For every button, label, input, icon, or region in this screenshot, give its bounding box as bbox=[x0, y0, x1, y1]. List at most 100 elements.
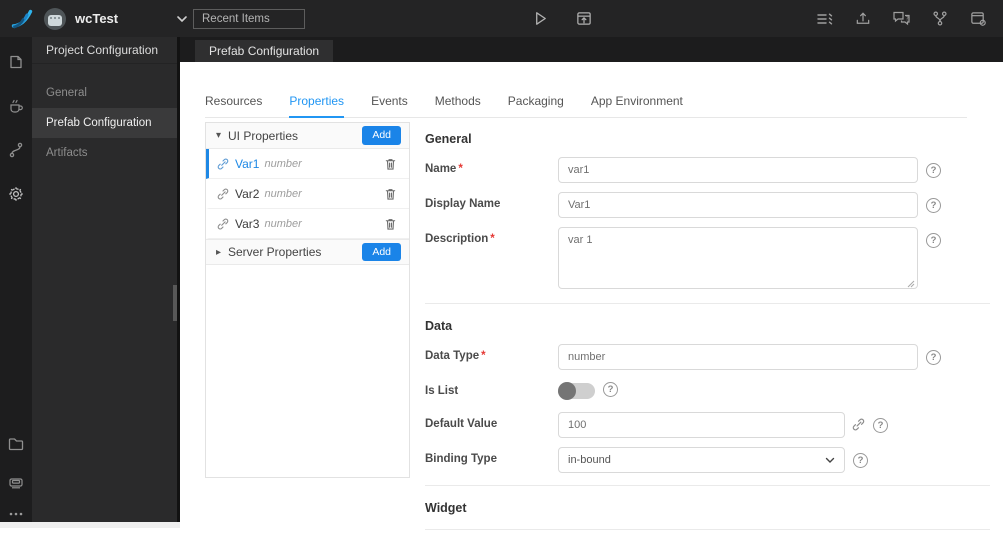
tab-methods[interactable]: Methods bbox=[435, 94, 481, 118]
recent-items-input[interactable]: Recent Items bbox=[193, 9, 305, 29]
name-input[interactable] bbox=[558, 157, 918, 183]
wavemaker-logo-icon[interactable] bbox=[10, 7, 34, 31]
resize-handle-icon[interactable] bbox=[907, 280, 915, 288]
tab-app-environment[interactable]: App Environment bbox=[591, 94, 683, 118]
link-icon bbox=[217, 188, 229, 200]
run-preview-group bbox=[532, 0, 593, 37]
feedback-chat-icon[interactable]: ? bbox=[892, 10, 911, 27]
link-icon bbox=[217, 158, 229, 170]
project-name: wcTest bbox=[75, 11, 119, 26]
bind-link-icon[interactable] bbox=[852, 418, 865, 431]
help-icon[interactable]: ? bbox=[926, 350, 941, 365]
more-icon[interactable] bbox=[7, 505, 25, 523]
help-icon[interactable]: ? bbox=[603, 382, 618, 397]
property-row-var2[interactable]: Var2 number bbox=[206, 179, 409, 209]
name-label: Name * bbox=[425, 157, 558, 175]
is-list-field-row: Is List ? bbox=[425, 379, 990, 400]
property-type: number bbox=[264, 187, 302, 200]
delete-property-icon[interactable] bbox=[384, 187, 397, 201]
default-value-input[interactable] bbox=[558, 412, 845, 438]
chevron-down-icon bbox=[825, 457, 835, 464]
data-type-field-row: Data Type* ? bbox=[425, 344, 990, 370]
default-value-label: Default Value bbox=[425, 418, 498, 430]
run-icon[interactable] bbox=[532, 10, 549, 27]
delete-property-icon[interactable] bbox=[384, 217, 397, 231]
help-icon[interactable]: ? bbox=[873, 418, 888, 433]
label-text: Name bbox=[425, 163, 457, 175]
display-name-input[interactable] bbox=[558, 192, 918, 218]
display-name-label: Display Name bbox=[425, 198, 501, 210]
tab-packaging[interactable]: Packaging bbox=[508, 94, 564, 118]
required-mark: * bbox=[481, 350, 486, 362]
sidebar-item-general[interactable]: General bbox=[32, 78, 177, 108]
pages-icon[interactable] bbox=[7, 53, 25, 71]
window-switch-icon[interactable] bbox=[969, 10, 987, 27]
document-tab-prefab-configuration[interactable]: Prefab Configuration bbox=[195, 40, 334, 62]
property-row-var1[interactable]: Var1 number bbox=[206, 149, 409, 179]
preview-icon[interactable] bbox=[575, 10, 593, 27]
fork-icon[interactable] bbox=[931, 10, 949, 27]
property-type: number bbox=[264, 217, 302, 230]
caret-right-icon: ▸ bbox=[216, 246, 222, 258]
project-config-sidebar: Project Configuration General Prefab Con… bbox=[32, 37, 180, 522]
data-type-label: Data Type * bbox=[425, 344, 558, 362]
description-label: Description * bbox=[425, 227, 558, 245]
console-log-icon[interactable] bbox=[7, 473, 25, 491]
sidebar-title: Project Configuration bbox=[32, 37, 177, 64]
data-type-input[interactable] bbox=[558, 344, 918, 370]
help-icon[interactable]: ? bbox=[926, 233, 941, 248]
add-server-property-button[interactable]: Add bbox=[362, 242, 401, 262]
toggle-knob bbox=[558, 382, 576, 400]
section-title-widget: Widget bbox=[425, 501, 467, 515]
delete-property-icon[interactable] bbox=[384, 157, 397, 171]
selected-option: in-bound bbox=[568, 454, 611, 466]
binding-type-select[interactable]: in-bound bbox=[558, 447, 845, 473]
section-title-data: Data bbox=[425, 319, 453, 333]
main-content: Resources Properties Events Methods Pack… bbox=[180, 62, 1003, 530]
svg-text:?: ? bbox=[906, 16, 909, 23]
files-folder-icon[interactable] bbox=[7, 435, 25, 453]
ui-properties-group-header[interactable]: ▾ UI Properties Add bbox=[206, 123, 409, 149]
apis-connector-icon[interactable] bbox=[7, 141, 25, 159]
section-divider bbox=[425, 485, 990, 486]
services-coffee-icon[interactable] bbox=[7, 97, 25, 115]
help-icon[interactable]: ? bbox=[926, 198, 941, 213]
help-icon[interactable]: ? bbox=[853, 453, 868, 468]
sidebar-item-artifacts[interactable]: Artifacts bbox=[32, 138, 177, 168]
is-list-toggle[interactable] bbox=[558, 382, 595, 400]
property-name: Var1 bbox=[235, 156, 260, 171]
tab-resources[interactable]: Resources bbox=[205, 94, 262, 118]
project-switch-chevron-icon[interactable] bbox=[176, 15, 188, 23]
display-name-field-row: Display Name ? bbox=[425, 192, 990, 218]
label-text: Data Type bbox=[425, 350, 480, 362]
section-divider bbox=[425, 529, 990, 530]
is-list-label: Is List bbox=[425, 385, 459, 397]
binding-type-label: Binding Type bbox=[425, 453, 497, 465]
default-value-field-row: Default Value ? bbox=[425, 412, 990, 438]
link-icon bbox=[217, 218, 229, 230]
sidebar-list: General Prefab Configuration Artifacts bbox=[32, 78, 177, 168]
name-field-row: Name* ? bbox=[425, 157, 990, 183]
description-textarea[interactable]: var 1 bbox=[558, 227, 918, 289]
left-icon-rail bbox=[0, 37, 32, 522]
required-mark: * bbox=[458, 163, 463, 175]
sidebar-item-prefab-configuration[interactable]: Prefab Configuration bbox=[32, 108, 177, 138]
property-detail-form: General Name* ? Display Name ? Descripti… bbox=[425, 132, 990, 545]
tab-events[interactable]: Events bbox=[371, 94, 408, 118]
window-edge bbox=[0, 522, 180, 528]
help-icon[interactable]: ? bbox=[926, 163, 941, 178]
settings-gear-icon[interactable] bbox=[7, 185, 25, 203]
project-avatar[interactable] bbox=[44, 7, 66, 30]
server-properties-group-header[interactable]: ▸ Server Properties Add bbox=[206, 239, 409, 265]
export-icon[interactable] bbox=[854, 10, 872, 27]
sidebar-scrollbar[interactable] bbox=[173, 285, 177, 321]
property-type: number bbox=[264, 157, 302, 170]
config-tabs: Resources Properties Events Methods Pack… bbox=[205, 94, 967, 118]
tab-properties[interactable]: Properties bbox=[289, 94, 345, 118]
property-row-var3[interactable]: Var3 number bbox=[206, 209, 409, 239]
section-divider bbox=[425, 303, 990, 304]
manage-list-icon[interactable] bbox=[816, 11, 834, 27]
caret-down-icon: ▾ bbox=[216, 130, 222, 141]
add-ui-property-button[interactable]: Add bbox=[362, 126, 401, 145]
binding-type-field-row: Binding Type in-bound ? bbox=[425, 447, 990, 473]
